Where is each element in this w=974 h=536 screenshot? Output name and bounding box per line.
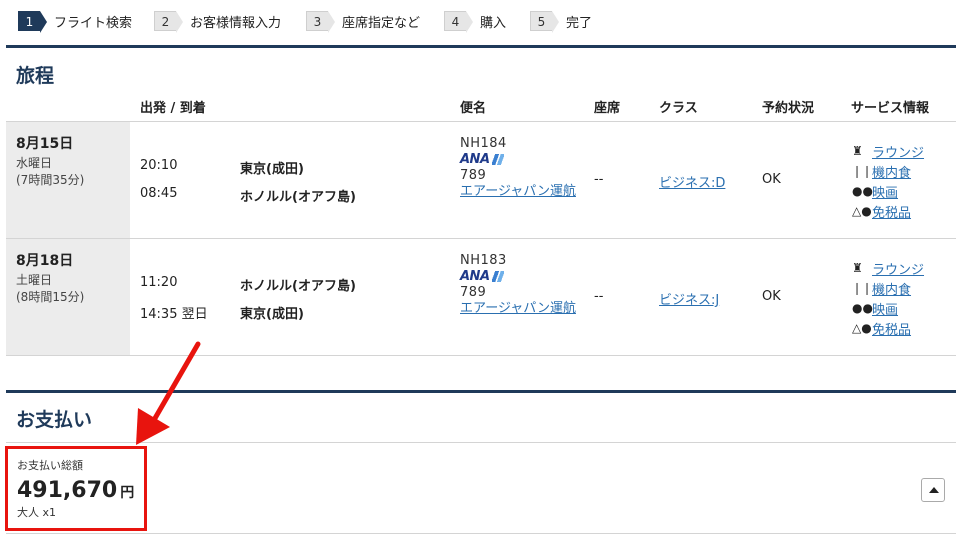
meal-icon: ❘❘ bbox=[852, 164, 873, 178]
meal-icon: ❘❘ bbox=[852, 281, 873, 295]
flight-duration: (7時間35分) bbox=[16, 173, 85, 187]
ana-logo: ANA bbox=[460, 269, 580, 284]
flight-weekday: 水曜日 bbox=[16, 156, 53, 170]
step-number: 1 bbox=[18, 11, 47, 33]
payment-total-box: お支払い総額 491,670 円 大人 x1 bbox=[5, 446, 147, 531]
class-link[interactable]: ビジネス:D bbox=[659, 172, 725, 191]
step-label: 購入 bbox=[480, 15, 507, 31]
service-item[interactable]: ♜ ラウンジ bbox=[852, 258, 924, 278]
step-flight-search: 1 フライト検索 bbox=[18, 11, 154, 33]
aircraft-type: 789 bbox=[460, 285, 487, 300]
step-seat-selection: 3 座席指定など bbox=[306, 11, 444, 33]
step-label: フライト検索 bbox=[54, 15, 133, 31]
seat-value: -- bbox=[594, 172, 604, 187]
ana-logo: ANA bbox=[460, 152, 580, 167]
flight-duration: (8時間15分) bbox=[16, 290, 85, 304]
service-item[interactable]: ❘❘ 機内食 bbox=[852, 161, 924, 181]
departure-time: 20:10 bbox=[140, 158, 178, 173]
service-list: ♜ ラウンジ ❘❘ 機内食 ●● 映画 △● 免税品 bbox=[852, 258, 924, 338]
operator-link[interactable]: エアージャパン運航 bbox=[460, 183, 580, 201]
step-number: 2 bbox=[154, 11, 183, 33]
step-number: 3 bbox=[306, 11, 335, 33]
operator-link[interactable]: エアージャパン運航 bbox=[460, 300, 580, 318]
departure-time: 11:20 bbox=[140, 275, 178, 290]
flight-row: 8月18日 土曜日 (8時間15分) 11:20 ホノルル(オアフ島) 14:3… bbox=[6, 239, 956, 355]
service-item[interactable]: ❘❘ 機内食 bbox=[852, 278, 924, 298]
arrival-airport: ホノルル(オアフ島) bbox=[240, 190, 356, 205]
step-purchase: 4 購入 bbox=[444, 11, 530, 33]
aircraft-type: 789 bbox=[460, 168, 487, 183]
progress-steps: 1 フライト検索 2 お客様情報入力 3 座席指定など 4 購入 5 完了 bbox=[18, 10, 600, 33]
arrival-time: 14:35 翌日 bbox=[140, 307, 208, 322]
class-link[interactable]: ビジネス:J bbox=[659, 289, 719, 308]
movie-icon: ●● bbox=[852, 301, 873, 315]
step-label: 座席指定など bbox=[342, 15, 421, 31]
status-value: OK bbox=[762, 172, 781, 187]
date-cell: 8月15日 水曜日 (7時間35分) bbox=[6, 122, 130, 238]
status-value: OK bbox=[762, 289, 781, 304]
departure-airport: 東京(成田) bbox=[240, 162, 304, 177]
flight-row: 8月15日 水曜日 (7時間35分) 20:10 東京(成田) 08:45 ホノ… bbox=[6, 122, 956, 238]
date-cell: 8月18日 土曜日 (8時間15分) bbox=[6, 239, 130, 355]
step-number: 4 bbox=[444, 11, 473, 33]
section-divider bbox=[6, 45, 956, 48]
flight-date: 8月15日 bbox=[16, 136, 74, 152]
service-item[interactable]: ●● 映画 bbox=[852, 298, 924, 318]
passenger-count: 大人 x1 bbox=[17, 506, 57, 519]
step-customer-info: 2 お客様情報入力 bbox=[154, 11, 306, 33]
movie-icon: ●● bbox=[852, 184, 873, 198]
service-item[interactable]: ♜ ラウンジ bbox=[852, 141, 924, 161]
collapse-button[interactable] bbox=[921, 478, 945, 502]
service-list: ♜ ラウンジ ❘❘ 機内食 ●● 映画 △● 免税品 bbox=[852, 141, 924, 221]
payment-amount: 491,670 円 bbox=[17, 478, 135, 503]
flight-number: NH184 bbox=[460, 136, 507, 151]
lounge-icon: ♜ bbox=[852, 144, 863, 158]
payment-title: お支払い bbox=[16, 409, 93, 431]
itinerary-title: 旅程 bbox=[16, 65, 55, 87]
payment-caption: お支払い総額 bbox=[17, 459, 83, 472]
step-number: 5 bbox=[530, 11, 559, 33]
dutyfree-icon: △● bbox=[852, 321, 872, 335]
flight-date: 8月18日 bbox=[16, 253, 74, 269]
flight-info: NH184 ANA 789 エアージャパン運航 bbox=[460, 136, 580, 201]
arrival-airport: 東京(成田) bbox=[240, 307, 304, 322]
step-label: 完了 bbox=[566, 15, 593, 31]
flight-info: NH183 ANA 789 エアージャパン運航 bbox=[460, 253, 580, 318]
service-item[interactable]: △● 免税品 bbox=[852, 318, 924, 338]
flight-weekday: 土曜日 bbox=[16, 273, 53, 287]
step-label: お客様情報入力 bbox=[190, 15, 282, 31]
row-divider bbox=[6, 442, 956, 443]
header-service: サービス情報 bbox=[851, 101, 930, 116]
lounge-icon: ♜ bbox=[852, 261, 863, 275]
header-route: 出発 / 到着 bbox=[140, 101, 206, 116]
service-item[interactable]: △● 免税品 bbox=[852, 201, 924, 221]
seat-value: -- bbox=[594, 289, 604, 304]
row-divider bbox=[6, 533, 956, 534]
header-class: クラス bbox=[659, 101, 698, 116]
row-divider bbox=[6, 355, 956, 356]
header-status: 予約状況 bbox=[762, 101, 815, 116]
currency-label: 円 bbox=[120, 485, 135, 501]
header-seat: 座席 bbox=[594, 101, 621, 116]
section-divider bbox=[6, 390, 956, 393]
dutyfree-icon: △● bbox=[852, 204, 872, 218]
departure-airport: ホノルル(オアフ島) bbox=[240, 279, 356, 294]
service-item[interactable]: ●● 映画 bbox=[852, 181, 924, 201]
step-complete: 5 完了 bbox=[530, 11, 600, 33]
header-flight: 便名 bbox=[460, 101, 487, 116]
arrival-time: 08:45 bbox=[140, 186, 178, 201]
flight-number: NH183 bbox=[460, 253, 507, 268]
